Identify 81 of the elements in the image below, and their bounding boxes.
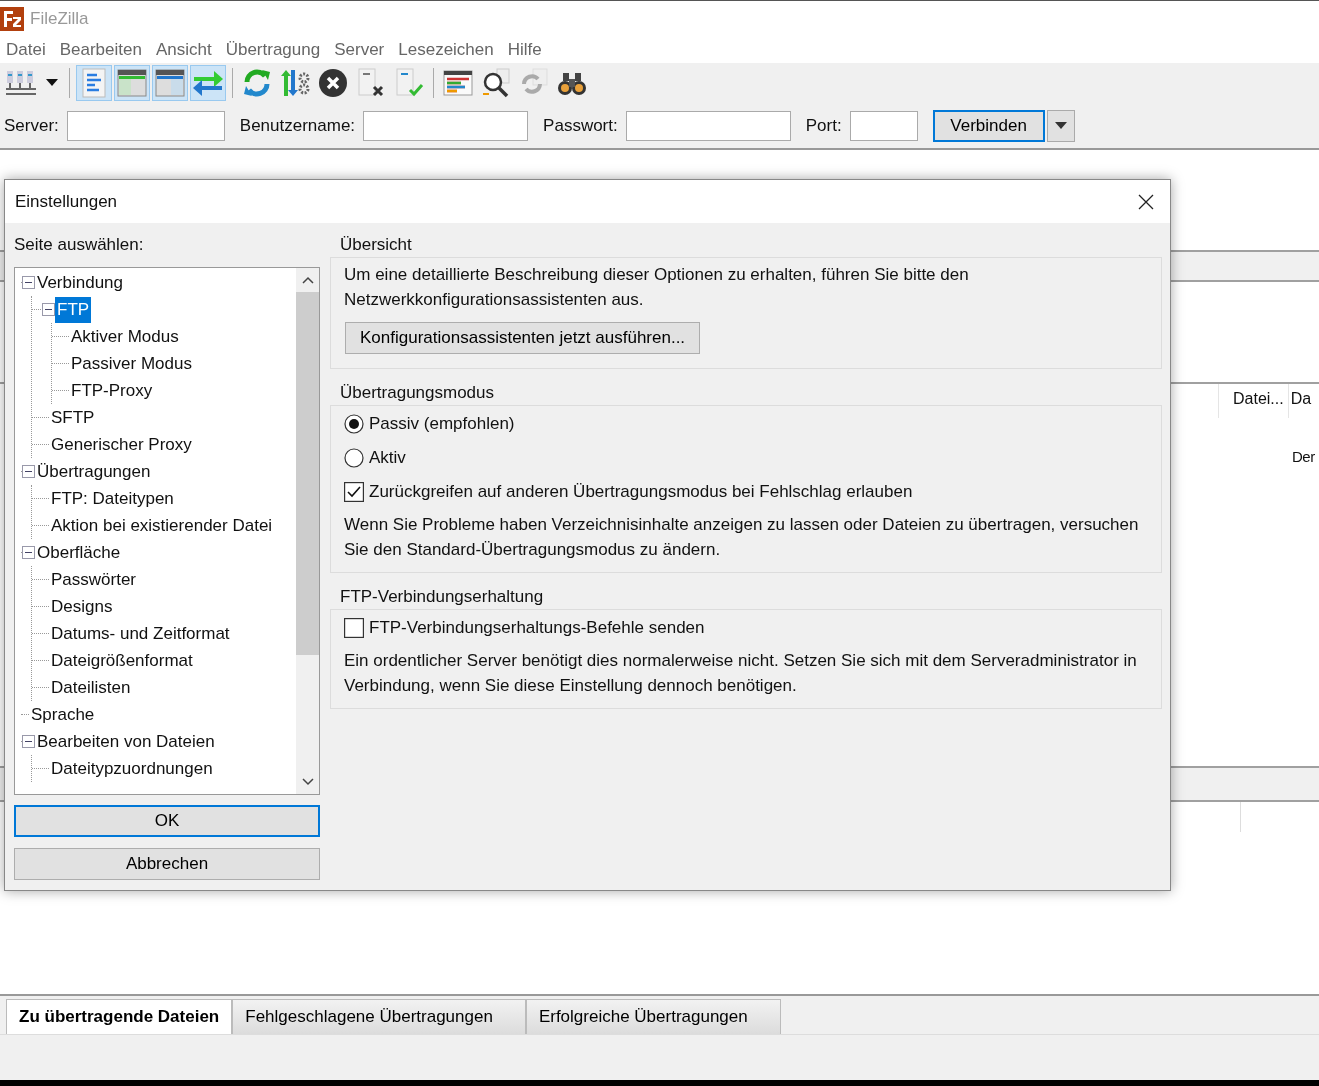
dialog-button[interactable]: Abbrechen [14,848,320,880]
close-icon[interactable] [1138,193,1154,210]
document-lines-icon [82,68,106,98]
menu-item[interactable]: Übertragung [225,40,321,60]
description-text: Ein ordentlicher Server benötigt dies normalerweise nicht. Setzen Sie sich mit dem Serveradministrator in Verbindung, wenn Sie diese Einstellung dennoch benötigen. [344,650,1138,697]
connect-button[interactable]: Verbinden [932,109,1045,142]
dropdown-button[interactable] [1046,109,1075,142]
radio-button[interactable] [344,448,364,468]
collapse-icon[interactable] [42,303,55,316]
magnifier-icon [481,68,511,98]
refresh-icon [242,68,272,98]
field-label: Port: [805,115,842,136]
document-check-icon [394,68,424,98]
radio-button[interactable] [344,414,364,434]
colored-table-icon [443,70,473,96]
field-label: Passwort: [543,115,618,136]
window-title: FileZilla [30,9,89,29]
menu-item[interactable]: Bearbeiten [59,40,142,60]
input-field[interactable] [363,110,529,141]
tree-item[interactable]: FTP [55,296,92,323]
menu-item[interactable]: Datei [6,40,46,60]
menu-item[interactable]: Lesezeichen [398,40,494,60]
input-field[interactable] [849,110,918,141]
collapse-icon[interactable] [22,735,35,748]
caret-icon [46,79,58,87]
collapse-icon[interactable] [22,546,35,559]
tree-item[interactable]: SFTP [49,404,97,431]
input-field[interactable] [625,110,791,141]
transfer-arrows-icon [192,69,224,97]
description-text: Wenn Sie Probleme haben Verzeichnisinhalte anzeigen zu lassen oder Dateien zu übertragen, versuchen Sie den Standard-Übertragungsmodus zu ändern. [344,514,1140,561]
tree-item[interactable]: Dateitypzuordnungen [49,755,215,782]
option-label[interactable]: Aktiv [369,448,406,468]
input-field[interactable] [66,110,225,141]
menu-item[interactable]: Hilfe [507,40,542,60]
window-panel-icon [117,69,147,97]
field-label: Benutzername: [239,115,356,136]
page-label: Seite auswählen: [14,235,145,256]
tree-item[interactable]: Designs [49,593,115,620]
server-tree-icon [5,69,37,97]
dialog-button[interactable]: OK [14,805,320,837]
group-title: Übersicht [339,235,413,256]
tree-item[interactable]: FTP-Proxy [69,377,155,404]
collapse-icon[interactable] [22,465,35,478]
tree-item[interactable]: Aktiver Modus [69,323,181,350]
tree-item[interactable]: FTP: Dateitypen [49,485,176,512]
caret-icon [1054,122,1067,129]
tree-item[interactable]: Aktion bei existierender Datei [49,512,275,539]
arrows-gear-icon [280,68,310,98]
tab[interactable]: Fehlgeschlagene Übertragungen [232,999,526,1034]
list-message: Der [1292,448,1315,465]
checkbox[interactable] [344,482,364,502]
window-panel-icon [155,69,185,97]
menu-item[interactable]: Ansicht [155,40,212,60]
tree-item[interactable]: Bearbeiten von Dateien [35,728,217,755]
group-title: FTP-Verbindungserhaltung [339,587,545,608]
dialog-title: Einstellungen [15,191,118,212]
tree-item[interactable]: Passwörter [49,566,139,593]
option-label[interactable]: Zurückgreifen auf anderen Übertragungsmodus bei Fehlschlag erlauben [369,482,913,502]
tree-item[interactable]: Übertragungen [35,458,153,485]
checkbox[interactable] [344,618,364,638]
tab[interactable]: Zu übertragende Dateien [6,999,233,1034]
group-title: Übertragungsmodus [339,383,496,404]
document-cross-icon [356,68,386,98]
tree-item[interactable]: Datums- und Zeitformat [49,620,232,647]
option-label[interactable]: FTP-Verbindungserhaltungs-Befehle senden [369,618,705,638]
option-label[interactable]: Passiv (empfohlen) [369,414,515,434]
collapse-icon[interactable] [22,276,35,289]
menu-item[interactable]: Server [334,40,385,60]
cancel-icon [318,68,348,98]
wizard-button[interactable]: Konfigurationsassistenten jetzt ausführen... [345,322,701,354]
tree-item[interactable]: Dateilisten [49,674,133,701]
tree-item[interactable]: Sprache [29,701,97,728]
tree-item[interactable]: Passiver Modus [69,350,194,377]
field-label: Server: [4,115,59,136]
scrollbar[interactable] [296,268,319,794]
tab[interactable]: Erfolgreiche Übertragungen [525,999,781,1034]
description-text: Um eine detaillierte Beschreibung dieser Optionen zu erhalten, führen Sie bitte den Netzwerkkonfigurationsassistenten aus. [344,264,970,311]
tree-item[interactable]: Verbindung [35,269,126,296]
tree-item[interactable]: Dateigrößenformat [49,647,195,674]
tree-item[interactable]: Oberfläche [35,539,123,566]
tree-item[interactable]: Generischer Proxy [49,431,194,458]
